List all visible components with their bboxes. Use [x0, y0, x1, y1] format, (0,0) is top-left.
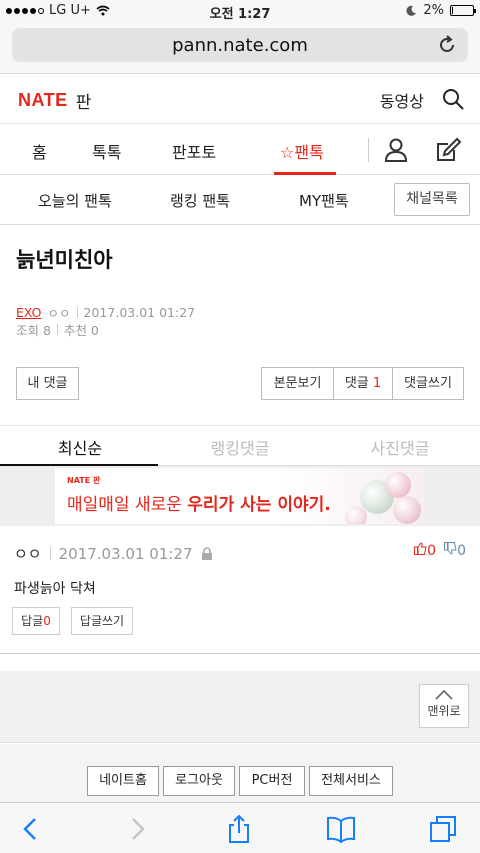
footer-all-services[interactable]: 전체서비스 — [309, 766, 393, 796]
footer: 네이트홈 로그아웃 PC버전 전체서비스 — [0, 744, 480, 802]
view-body-button[interactable]: 본문보기 — [262, 368, 334, 399]
tab-latest[interactable]: 최신순 — [0, 435, 160, 459]
chevron-up-icon — [435, 690, 453, 700]
pearl-decoration — [393, 496, 421, 524]
tab-panphoto[interactable]: 판포토 — [172, 139, 216, 163]
bottom-gray-area — [0, 671, 480, 743]
write-comment-button[interactable]: 댓글쓰기 — [393, 368, 463, 399]
sub-my-fantalk[interactable]: MY팬톡 — [299, 190, 349, 211]
scroll-to-top-button[interactable]: 맨위로 — [419, 684, 469, 728]
battery-icon — [450, 5, 476, 16]
reply-button[interactable]: 답글0 — [12, 607, 60, 635]
nate-pann-logo[interactable]: NATE 판 — [18, 88, 91, 113]
recommend-count: 추천 0 — [63, 323, 99, 338]
write-reply-button[interactable]: 답글쓰기 — [71, 607, 133, 635]
comment-votes: 0 0 — [414, 542, 466, 559]
share-icon[interactable] — [224, 814, 254, 844]
ad-copy-normal: 매일매일 새로운 — [67, 495, 188, 515]
main-nav: 홈 톡톡 판포토 ☆팬톡 — [0, 124, 480, 175]
comment-author: ㅇㅇ — [14, 545, 42, 563]
pearl-decoration — [385, 472, 411, 498]
comments-button[interactable]: 댓글 1 — [334, 368, 393, 399]
reload-icon[interactable] — [436, 34, 458, 56]
star-icon: ☆ — [280, 143, 295, 162]
tab-photo-comments[interactable]: 사진댓글 — [320, 435, 480, 459]
view-count: 조회 8 — [16, 323, 51, 338]
post-title: 늙년미친아 — [16, 248, 113, 272]
browser-toolbar — [0, 802, 480, 853]
ad-banner[interactable]: NATE 판 매일매일 새로운 우리가 사는 이야기. — [55, 468, 425, 524]
comment-sort-tabs: 최신순 랭킹댓글 사진댓글 — [0, 425, 480, 467]
sub-nav: 오늘의 팬톡 랭킹 팬톡 MY팬톡 채널목록 — [0, 175, 480, 225]
ad-zone: NATE 판 매일매일 새로운 우리가 사는 이야기. — [0, 466, 480, 526]
user-icon[interactable] — [382, 136, 410, 164]
forward-icon[interactable] — [122, 814, 152, 844]
moon-icon — [406, 5, 417, 16]
search-icon[interactable] — [440, 86, 466, 112]
reply-label: 답글 — [21, 614, 44, 628]
ad-brand: NATE 판 — [67, 476, 101, 485]
like-button[interactable]: 0 — [414, 542, 436, 559]
sub-ranking-fantalk[interactable]: 랭킹 팬톡 — [170, 190, 230, 211]
nate-logo[interactable]: NATE — [18, 90, 68, 111]
footer-pc-version[interactable]: PC버전 — [239, 766, 305, 796]
comment-text: 파생늙아 닥쳐 — [14, 581, 96, 597]
tab-toktok[interactable]: 톡톡 — [92, 139, 121, 163]
address-bar[interactable]: pann.nate.com — [12, 28, 468, 62]
tabs-icon[interactable] — [428, 814, 458, 844]
nav-divider — [368, 138, 369, 162]
ad-copy-bold: 우리가 사는 이야기. — [187, 495, 331, 515]
comment-header: ㅇㅇ 2017.03.01 01:27 — [14, 543, 213, 564]
sub-today-fantalk[interactable]: 오늘의 팬톡 — [38, 190, 112, 211]
category-link[interactable]: EXO — [16, 305, 42, 320]
channel-list-button[interactable]: 채널목록 — [394, 183, 470, 216]
tab-fantalk-label: 팬톡 — [294, 143, 324, 162]
section-label[interactable]: 판 — [76, 88, 92, 113]
url-text[interactable]: pann.nate.com — [172, 35, 308, 56]
comments-label: 댓글 — [344, 376, 369, 391]
reply-count: 0 — [43, 614, 51, 628]
scroll-to-top-label: 맨위로 — [427, 704, 461, 718]
footer-logout[interactable]: 로그아웃 — [163, 766, 235, 796]
post-action-group: 본문보기 댓글 1 댓글쓰기 — [261, 367, 464, 400]
status-bar: LG U+ 오전 1:27 2% — [0, 0, 480, 22]
ad-copy: 매일매일 새로운 우리가 사는 이야기. — [67, 490, 331, 515]
section-divider — [0, 653, 480, 654]
write-icon[interactable] — [434, 136, 462, 164]
pearl-decoration — [345, 506, 367, 524]
meta-divider — [56, 324, 58, 335]
browser-url-area: pann.nate.com — [0, 22, 480, 74]
tab-ranking-comments[interactable]: 랭킹댓글 — [160, 435, 320, 459]
back-icon[interactable] — [16, 814, 46, 844]
lock-icon — [201, 546, 212, 560]
tab-fantalk[interactable]: ☆팬톡 — [280, 139, 324, 163]
video-link[interactable]: 동영상 — [380, 88, 424, 112]
comments-count: 1 — [372, 376, 382, 391]
thumbs-down-icon — [444, 542, 457, 555]
site-header: NATE 판 동영상 — [0, 74, 480, 124]
footer-nate-home[interactable]: 네이트홈 — [87, 766, 159, 796]
thumbs-up-icon — [414, 542, 427, 555]
dislike-button[interactable]: 0 — [444, 542, 466, 559]
comment-date: 2017.03.01 01:27 — [58, 544, 193, 563]
meta-divider — [76, 307, 78, 318]
my-comments-button[interactable]: 내 댓글 — [16, 367, 79, 400]
tab-home[interactable]: 홈 — [32, 139, 47, 163]
like-count: 0 — [427, 543, 437, 559]
dislike-count: 0 — [457, 543, 466, 559]
meta-divider — [49, 547, 51, 560]
battery-percent: 2% — [423, 3, 444, 18]
bookmarks-icon[interactable] — [326, 814, 356, 844]
post-date: 2017.03.01 01:27 — [83, 305, 196, 320]
post-stats: 조회 8 추천 0 — [16, 320, 99, 339]
